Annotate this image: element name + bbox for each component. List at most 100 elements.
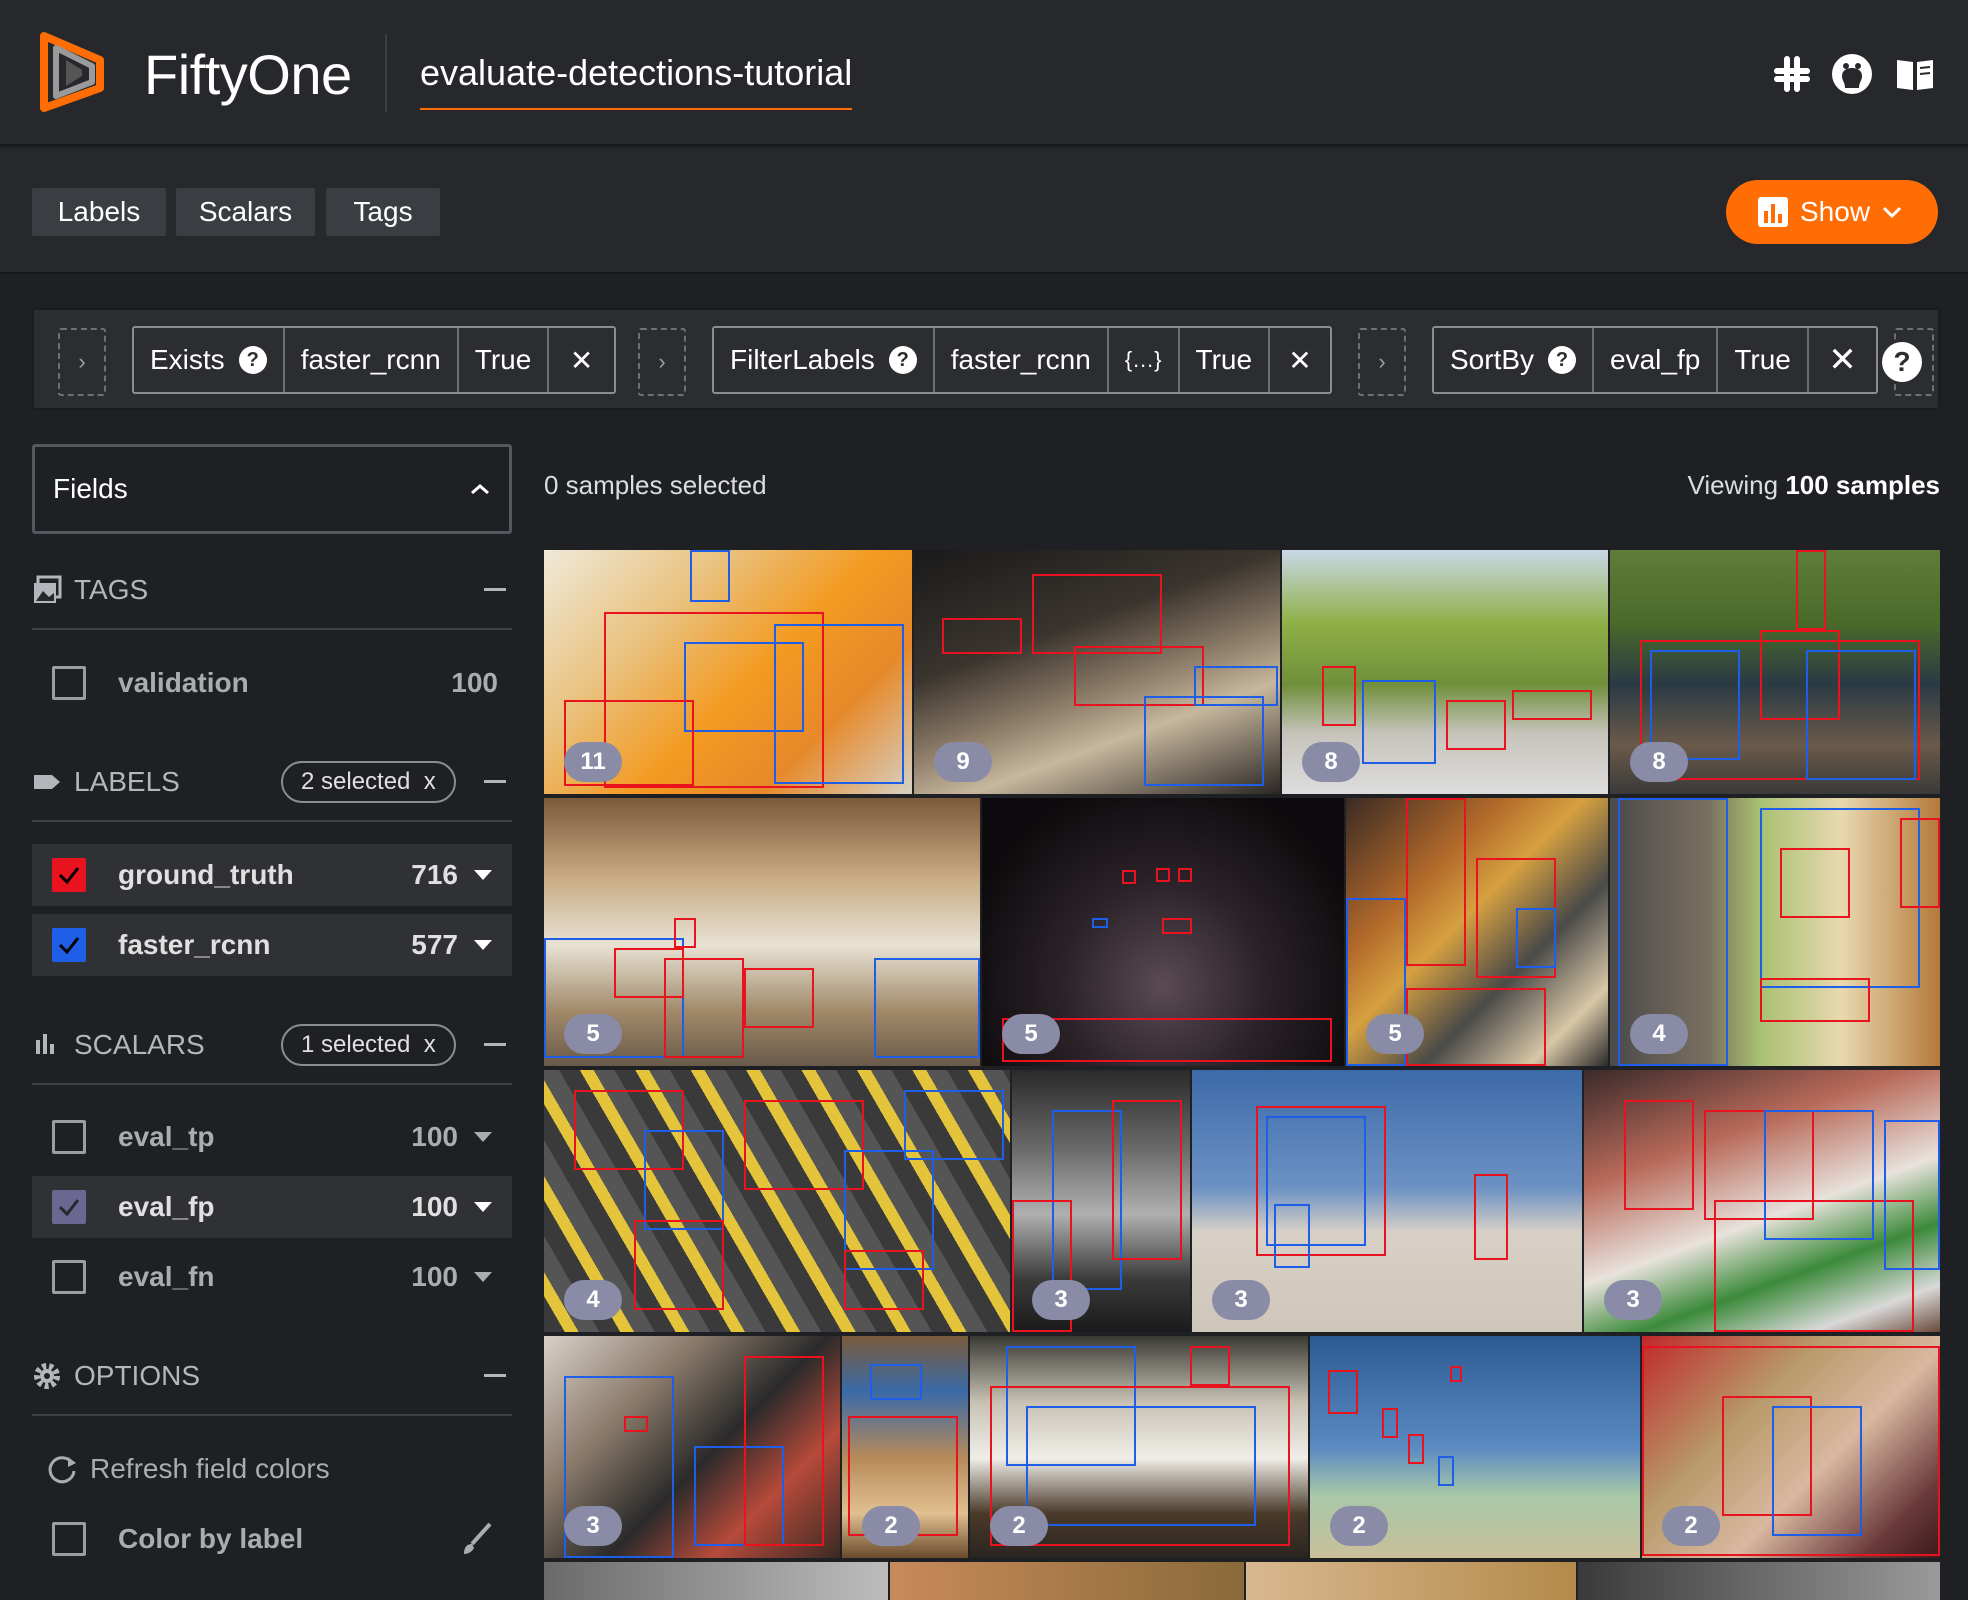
show-button[interactable]: Show [1726,180,1938,244]
close-icon[interactable]: ✕ [1270,328,1330,392]
label-count-badge: 3 [1604,1280,1662,1320]
color-by-label-toggle[interactable]: Color by label [32,1508,512,1570]
sample-tile[interactable]: 8 [1282,550,1608,794]
dataset-selector[interactable]: evaluate-detections-tutorial [420,52,853,110]
stage-name[interactable]: SortBy? [1434,328,1595,392]
sample-tile[interactable]: 5 [544,798,980,1066]
row-count: 100 [411,1121,458,1152]
stage-param-object[interactable]: {…} [1109,328,1180,392]
stage-name[interactable]: Exists? [134,328,285,392]
label-count-badge: 8 [1630,742,1688,782]
label-count-badge: 4 [564,1280,622,1320]
sample-tile[interactable]: 11 [544,550,912,794]
view-stage-filterlabels[interactable]: FilterLabels? faster_rcnn {…} True ✕ [712,326,1332,394]
caret-down-icon[interactable] [474,1202,492,1212]
sample-tile[interactable]: 2 [1310,1336,1640,1558]
chevron-up-icon [471,484,489,495]
clear-icon[interactable]: x [424,1031,436,1059]
brand-name: FiftyOne [144,43,352,106]
label-count-badge: 11 [564,742,622,782]
collapse-icon[interactable] [484,588,506,591]
stage-param[interactable]: eval_fp [1594,328,1719,392]
sample-tile[interactable]: 4 [1610,798,1940,1066]
caret-down-icon[interactable] [474,1272,492,1282]
help-icon[interactable]: ? [888,346,917,374]
viewing-count-text: Viewing 100 samples [1687,470,1941,500]
label-count-badge: 2 [1330,1506,1388,1546]
sample-tile[interactable]: 2 [842,1336,968,1558]
checkbox[interactable] [52,1522,86,1556]
row-label: faster_rcnn [118,929,271,960]
add-stage-button[interactable]: › [58,328,106,396]
collapse-icon[interactable] [484,1374,506,1377]
stage-param[interactable]: True [459,328,550,392]
sample-tile[interactable]: 2 [1642,1336,1940,1558]
sample-tile[interactable]: 3 [544,1336,840,1558]
view-stage-exists[interactable]: Exists? faster_rcnn True ✕ [132,326,616,394]
view-help-icon[interactable]: ? [1882,342,1922,382]
caret-down-icon[interactable] [474,1132,492,1142]
slack-icon[interactable] [1770,52,1814,96]
stage-param[interactable]: faster_rcnn [285,328,459,392]
labels-selected-pill[interactable]: 2 selected x [281,761,456,803]
view-stage-sortby[interactable]: SortBy? eval_fp True ✕ [1432,326,1878,394]
sample-tile[interactable]: 4 [544,1070,1010,1332]
add-stage-button[interactable]: › [638,328,686,396]
sample-tile[interactable]: 9 [914,550,1280,794]
sample-tile[interactable]: 5 [982,798,1344,1066]
tag-row-validation[interactable]: validation 100 [32,652,512,714]
caret-down-icon[interactable] [474,870,492,880]
sample-tile[interactable] [890,1562,1244,1600]
collapse-icon[interactable] [484,1043,506,1046]
stage-param[interactable]: faster_rcnn [935,328,1109,392]
scalars-selected-pill[interactable]: 1 selected x [281,1024,456,1066]
label-count-badge: 3 [1212,1280,1270,1320]
label-count-badge: 2 [990,1506,1048,1546]
help-icon[interactable]: ? [1548,346,1577,374]
label-row-faster-rcnn[interactable]: faster_rcnn 577 [32,914,512,976]
github-icon[interactable] [1830,52,1874,96]
tab-tags[interactable]: Tags [326,188,440,236]
fiftyone-logo[interactable] [30,30,114,114]
stage-param[interactable]: True [1718,328,1809,392]
sample-tile[interactable] [1578,1562,1940,1600]
gear-icon [34,1363,60,1389]
tab-scalars[interactable]: Scalars [176,188,315,236]
caret-down-icon[interactable] [474,940,492,950]
row-count: 100 [411,1261,458,1292]
image-icon [34,575,62,603]
checkbox[interactable] [52,858,86,892]
sample-tile[interactable]: 2 [970,1336,1308,1558]
tags-section-header[interactable]: TAGS [32,570,512,610]
docs-icon[interactable] [1893,52,1937,96]
sample-tile[interactable]: 8 [1610,550,1940,794]
stage-name[interactable]: FilterLabels? [714,328,935,392]
stage-param[interactable]: True [1180,328,1271,392]
fields-dropdown[interactable]: Fields [32,444,512,534]
scalar-row-eval-fp[interactable]: eval_fp 100 [32,1176,512,1238]
checkbox[interactable] [52,1260,86,1294]
add-stage-button[interactable]: › [1358,328,1406,396]
checkbox[interactable] [52,1190,86,1224]
label-row-ground-truth[interactable]: ground_truth 716 [32,844,512,906]
tab-labels[interactable]: Labels [32,188,166,236]
checkbox[interactable] [52,928,86,962]
sample-tile[interactable] [1246,1562,1576,1600]
scalar-row-eval-tp[interactable]: eval_tp 100 [32,1106,512,1168]
help-icon[interactable]: ? [238,346,267,374]
sample-tile[interactable]: 3 [1584,1070,1940,1332]
sample-tile[interactable]: 5 [1346,798,1608,1066]
scalar-row-eval-fn[interactable]: eval_fn 100 [32,1246,512,1308]
sample-tile[interactable]: 3 [1192,1070,1582,1332]
checkbox[interactable] [52,666,86,700]
sample-tile[interactable]: 3 [1012,1070,1190,1332]
sample-tile[interactable] [544,1562,888,1600]
close-icon[interactable]: ✕ [1809,328,1876,392]
options-section-header[interactable]: OPTIONS [32,1356,512,1396]
checkbox[interactable] [52,1120,86,1154]
brush-icon[interactable] [458,1520,496,1558]
close-icon[interactable]: ✕ [549,328,614,392]
clear-icon[interactable]: x [424,768,436,796]
collapse-icon[interactable] [484,780,506,783]
refresh-field-colors-button[interactable]: Refresh field colors [32,1438,512,1500]
